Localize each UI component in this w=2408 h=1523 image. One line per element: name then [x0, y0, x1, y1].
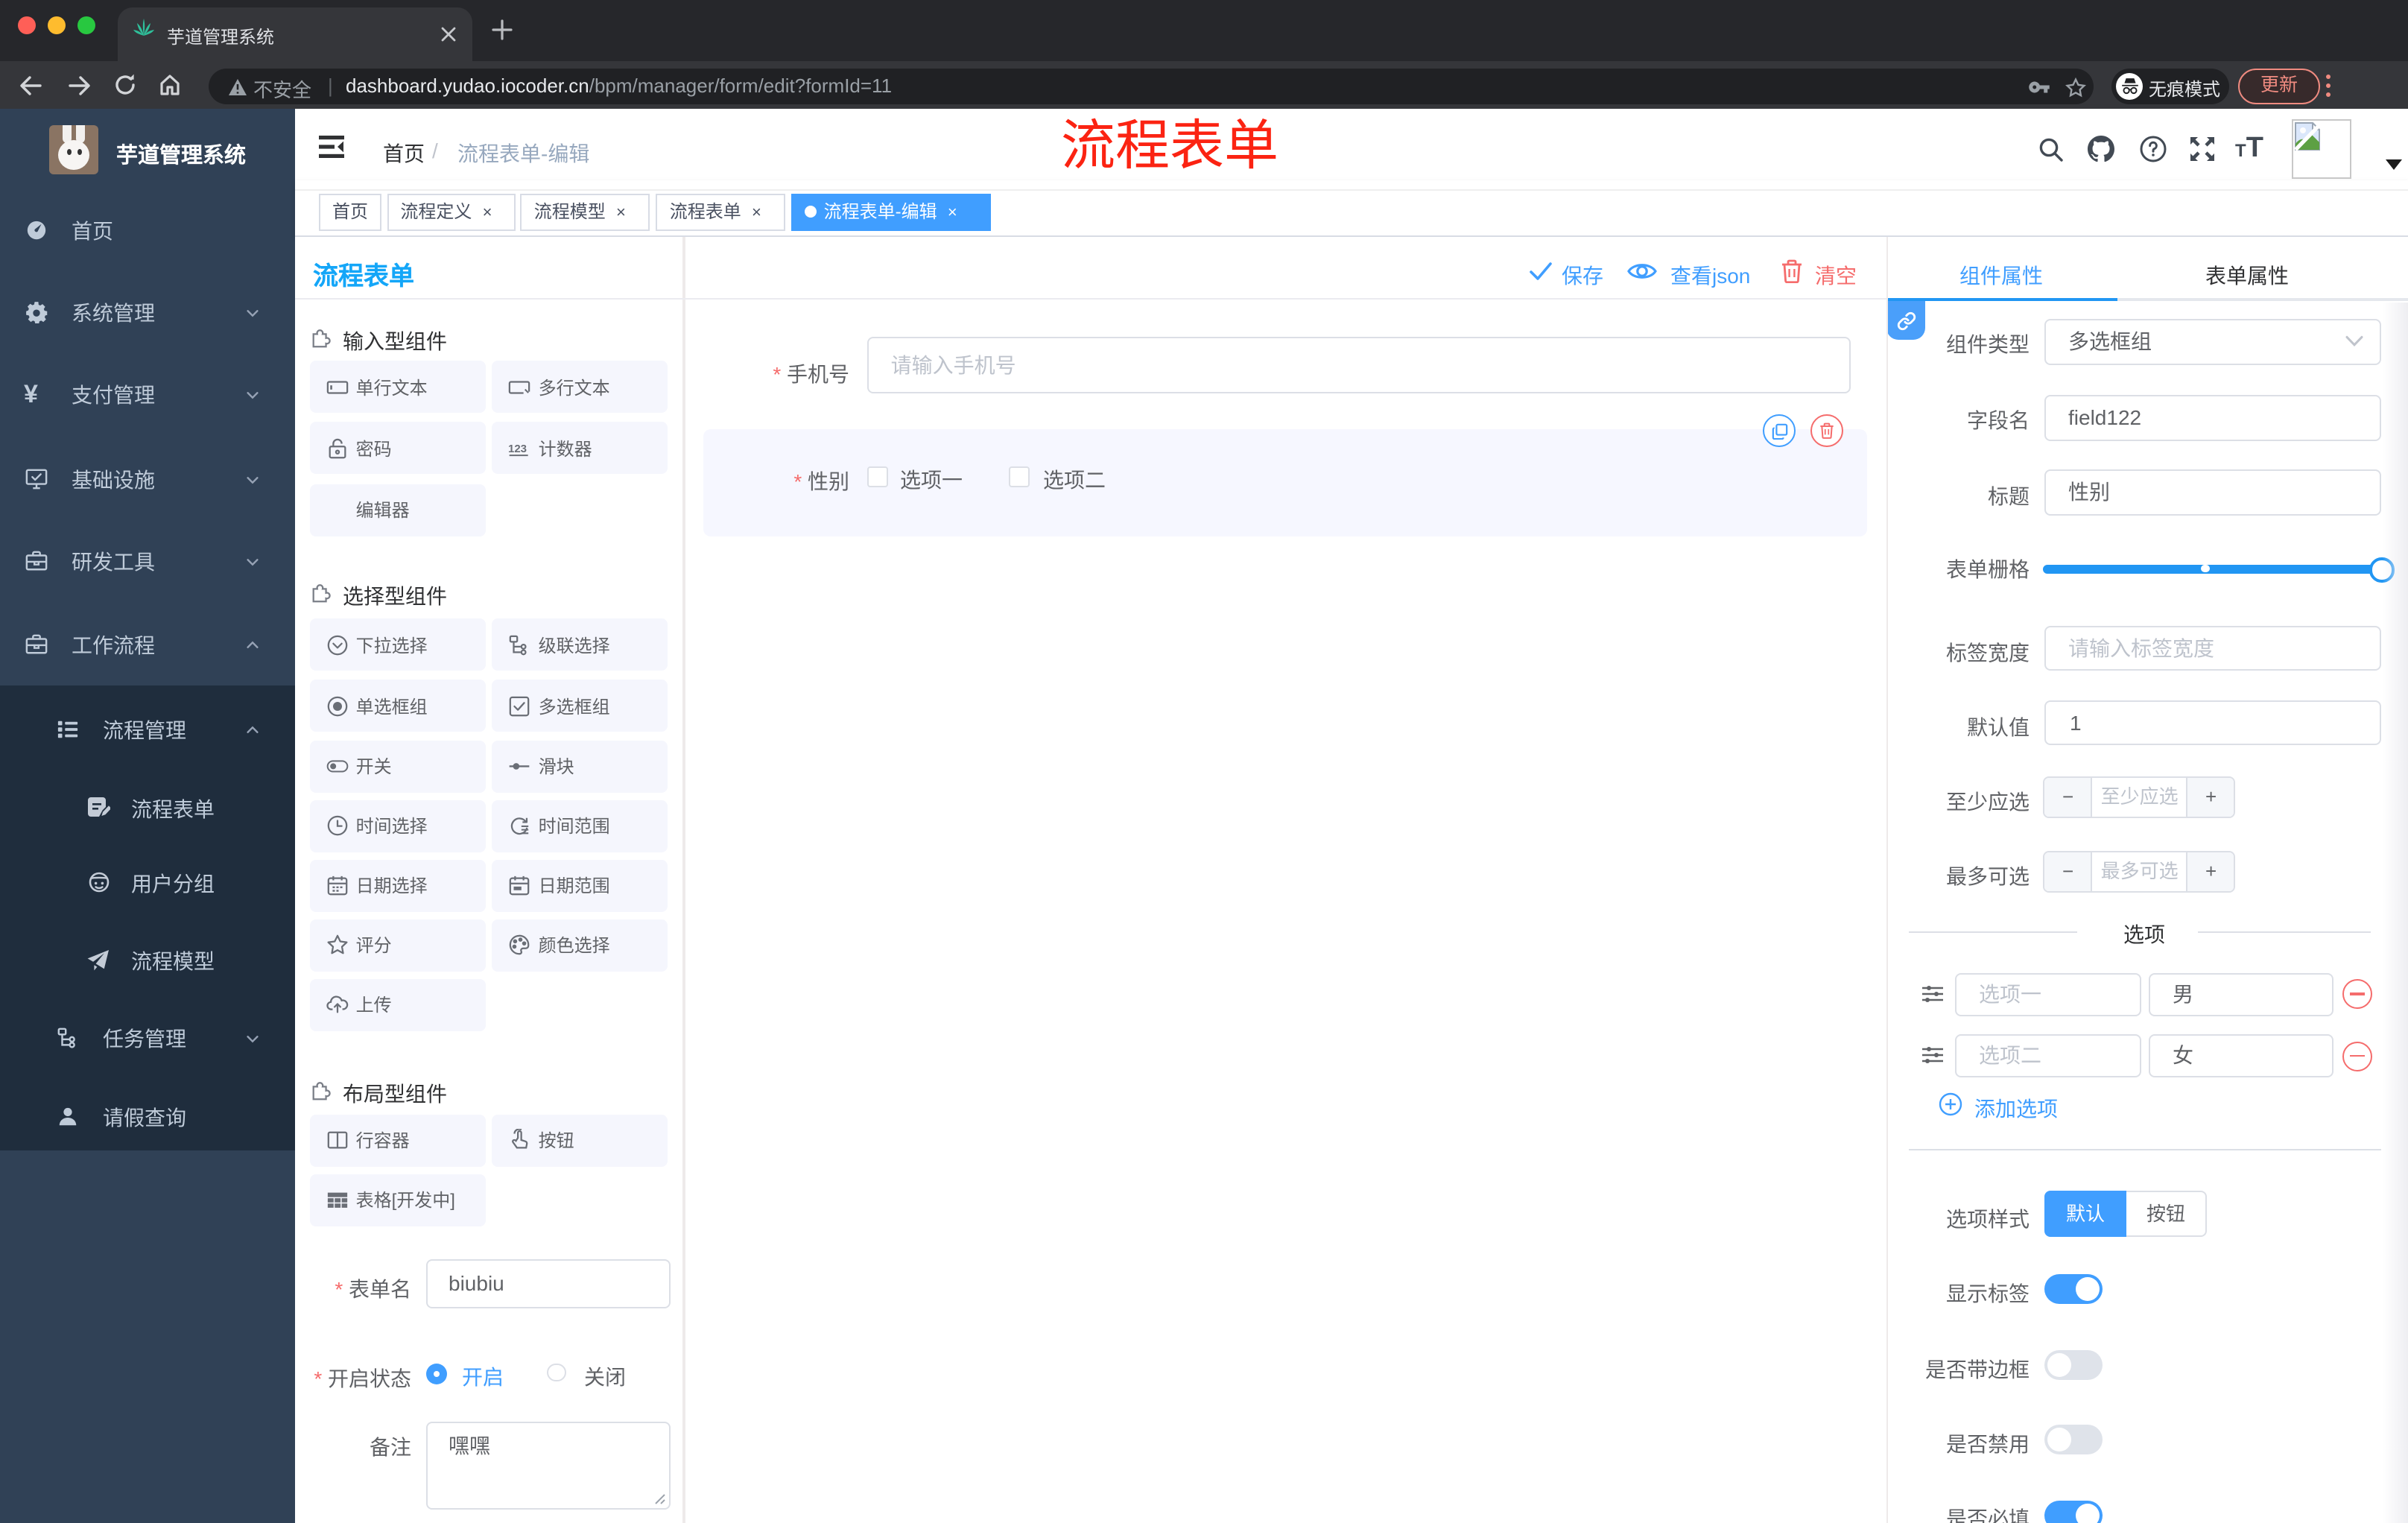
- svg-text:123: 123: [509, 443, 527, 455]
